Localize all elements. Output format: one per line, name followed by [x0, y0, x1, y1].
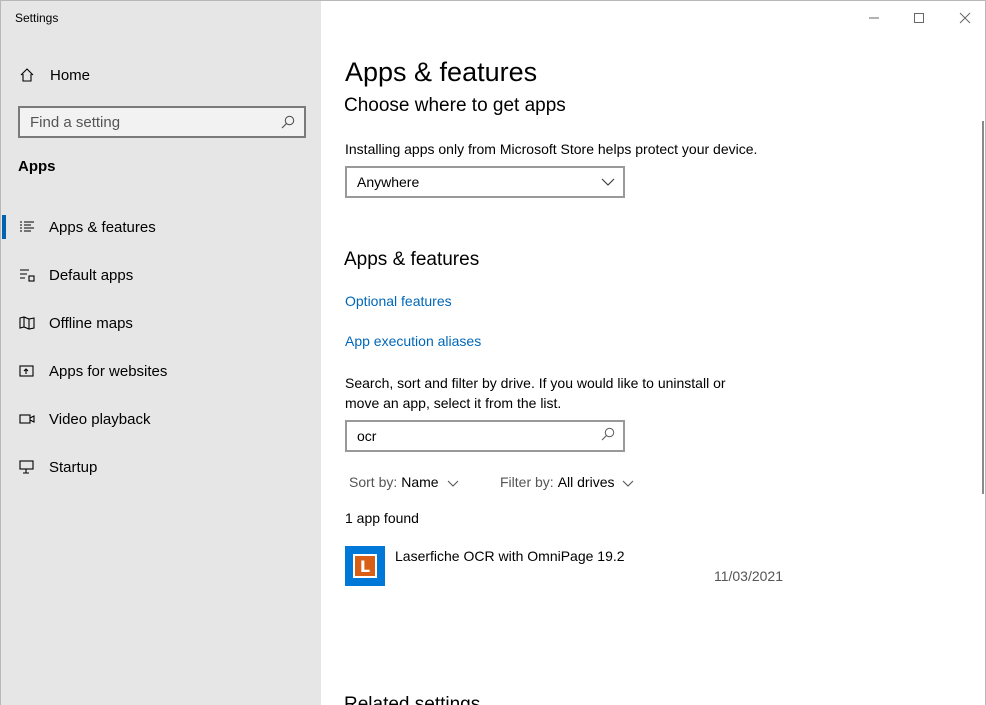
apps-features-heading: Apps & features: [344, 249, 480, 270]
chevron-down-icon: [447, 474, 459, 490]
home-label: Home: [50, 66, 91, 84]
home-nav[interactable]: Home: [18, 63, 90, 87]
sidebar-item-label: Video playback: [49, 410, 151, 428]
maximize-icon: [914, 13, 924, 23]
startup-icon: [18, 458, 36, 476]
chevron-down-icon: [622, 474, 634, 490]
offline-maps-icon: [18, 314, 36, 332]
sort-by-label: Sort by:: [349, 474, 398, 490]
sidebar-item-apps-features[interactable]: Apps & features: [1, 203, 321, 251]
apps-found-count: 1 app found: [345, 510, 419, 526]
app-execution-aliases-link[interactable]: App execution aliases: [345, 333, 481, 349]
search-icon[interactable]: [280, 114, 296, 130]
app-search-box[interactable]: [345, 420, 625, 452]
filter-by-label: Filter by:: [500, 474, 554, 490]
main-content: Apps & features Choose where to get apps…: [321, 0, 986, 705]
app-icon-letter: L: [353, 554, 377, 578]
sidebar-item-apps-websites[interactable]: Apps for websites: [1, 347, 321, 395]
video-playback-icon: [18, 410, 36, 428]
app-search-input[interactable]: [357, 428, 601, 444]
sidebar-section-title: Apps: [18, 158, 56, 175]
apps-websites-icon: [18, 362, 36, 380]
sort-by-dropdown[interactable]: Sort by: Name: [349, 474, 459, 490]
filter-by-dropdown[interactable]: Filter by: All drives: [500, 474, 634, 490]
maximize-button[interactable]: [907, 7, 931, 29]
settings-search-input[interactable]: [30, 113, 280, 131]
sidebar-item-label: Startup: [49, 458, 98, 476]
window-title: Settings: [15, 11, 59, 25]
search-description-line2: move an app, select it from the list.: [345, 395, 562, 411]
app-name: Laserfiche OCR with OmniPage 19.2: [395, 548, 625, 564]
choose-apps-heading: Choose where to get apps: [344, 95, 566, 116]
minimize-icon: [869, 17, 879, 19]
apps-features-icon: [18, 218, 36, 236]
app-list-item[interactable]: L Laserfiche OCR with OmniPage 19.2 11/0…: [345, 546, 785, 588]
sidebar-item-label: Default apps: [49, 266, 134, 284]
filter-by-value: All drives: [557, 474, 615, 490]
app-source-dropdown[interactable]: Anywhere: [345, 166, 625, 198]
search-icon[interactable]: [601, 427, 615, 446]
choose-apps-description: Installing apps only from Microsoft Stor…: [345, 141, 758, 157]
close-button[interactable]: [953, 7, 977, 29]
sidebar-item-video-playback[interactable]: Video playback: [1, 395, 321, 443]
sidebar-item-default-apps[interactable]: Default apps: [1, 251, 321, 299]
app-install-date: 11/03/2021: [713, 568, 783, 584]
sort-by-value: Name: [401, 474, 439, 490]
sidebar-nav: Apps & features Default apps Offline map…: [1, 203, 321, 491]
page-title: Apps & features: [345, 57, 538, 87]
app-source-value: Anywhere: [357, 174, 420, 190]
chevron-down-icon: [601, 173, 615, 191]
sidebar-item-offline-maps[interactable]: Offline maps: [1, 299, 321, 347]
close-icon: [959, 12, 971, 24]
optional-features-link[interactable]: Optional features: [345, 293, 452, 309]
sidebar-item-startup[interactable]: Startup: [1, 443, 321, 491]
related-settings-heading: Related settings: [344, 695, 480, 705]
settings-search-box[interactable]: [18, 106, 306, 138]
laserfiche-app-icon: L: [345, 546, 385, 586]
search-description-line1: Search, sort and filter by drive. If you…: [345, 375, 726, 391]
home-icon: [18, 66, 36, 84]
sidebar-item-label: Apps for websites: [49, 362, 168, 380]
scrollbar[interactable]: [982, 121, 984, 494]
sidebar-item-label: Offline maps: [49, 314, 133, 332]
minimize-button[interactable]: [862, 7, 886, 29]
sidebar-item-label: Apps & features: [49, 218, 156, 236]
sidebar: Settings Home Apps Apps & features Defau…: [0, 0, 321, 705]
default-apps-icon: [18, 266, 36, 284]
